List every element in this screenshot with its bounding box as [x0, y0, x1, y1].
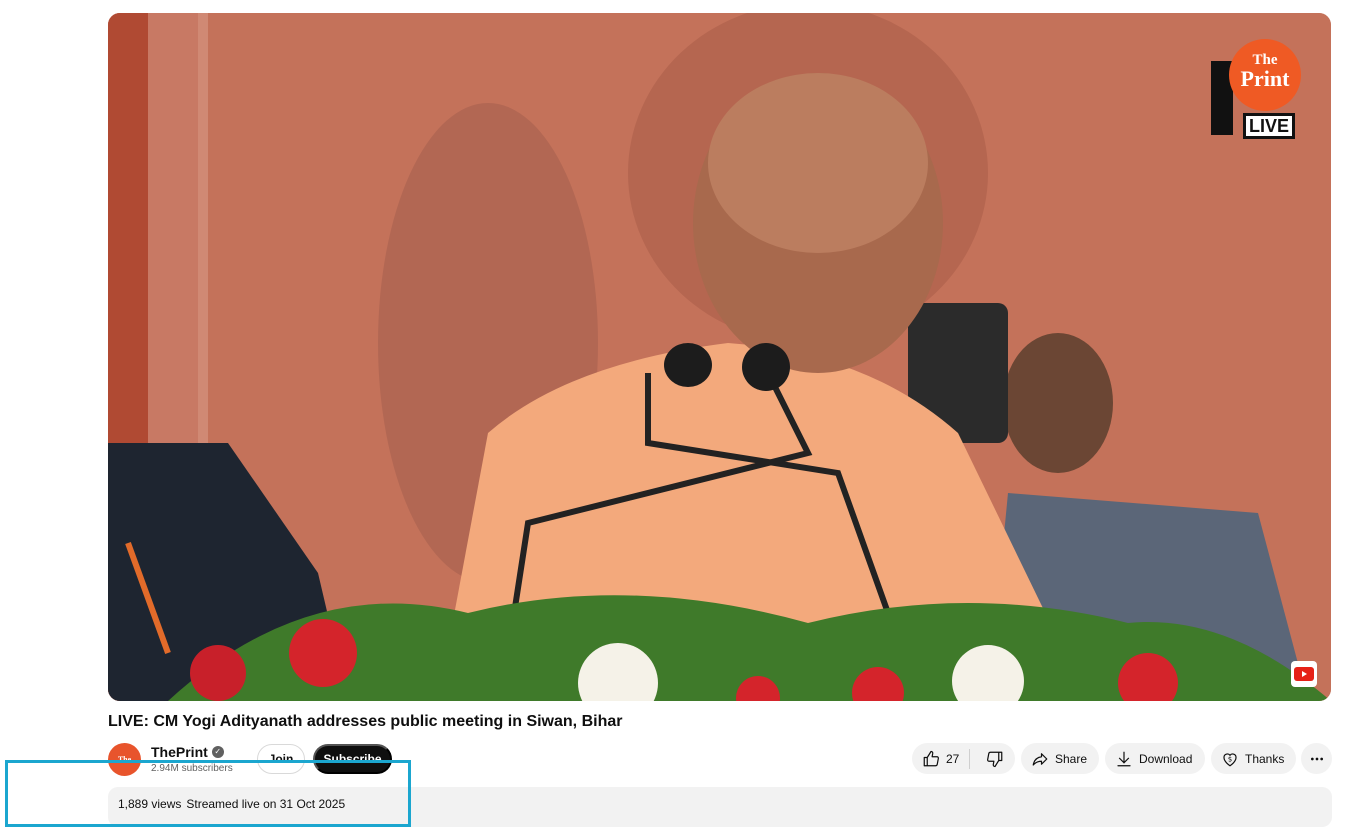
- youtube-icon: [1294, 667, 1314, 681]
- youtube-subscribe-watermark-icon[interactable]: [1291, 661, 1317, 687]
- share-icon: [1032, 752, 1048, 766]
- download-icon: [1117, 751, 1131, 766]
- share-button[interactable]: Share: [1021, 743, 1099, 774]
- dislike-button[interactable]: [976, 750, 1004, 768]
- highlight-annotation-box: [5, 760, 411, 827]
- like-dislike-group: 27: [912, 743, 1015, 774]
- theprint-logo: The Print: [1229, 39, 1301, 111]
- channel-name-link[interactable]: ThePrint ✓: [151, 744, 224, 760]
- share-label: Share: [1055, 751, 1088, 766]
- video-frame: [108, 13, 1331, 701]
- theprint-live-watermark: The Print LIVE: [1211, 39, 1301, 139]
- thanks-heart-dollar-icon: $: [1223, 752, 1237, 766]
- more-horizontal-icon: [1310, 757, 1323, 760]
- more-actions-button[interactable]: [1301, 743, 1332, 774]
- watermark-print-text: Print: [1240, 66, 1290, 91]
- thumbs-down-icon: [987, 751, 1003, 767]
- channel-name[interactable]: ThePrint: [151, 744, 208, 760]
- youtube-watch-page: The Print LIVE LIVE: CM Yogi Adityanath …: [0, 0, 1348, 829]
- like-button[interactable]: 27: [922, 748, 971, 769]
- download-label: Download: [1139, 751, 1193, 766]
- thanks-button[interactable]: $ Thanks: [1211, 743, 1296, 774]
- thanks-label: Thanks: [1245, 751, 1285, 766]
- video-player[interactable]: The Print LIVE: [108, 13, 1331, 701]
- thumbs-up-icon: [923, 750, 939, 766]
- video-title: LIVE: CM Yogi Adityanath addresses publi…: [108, 713, 623, 730]
- download-button[interactable]: Download: [1105, 743, 1205, 774]
- live-badge: LIVE: [1242, 113, 1295, 139]
- verified-check-icon: ✓: [211, 746, 224, 758]
- svg-text:$: $: [1228, 755, 1232, 763]
- like-count: 27: [946, 751, 960, 766]
